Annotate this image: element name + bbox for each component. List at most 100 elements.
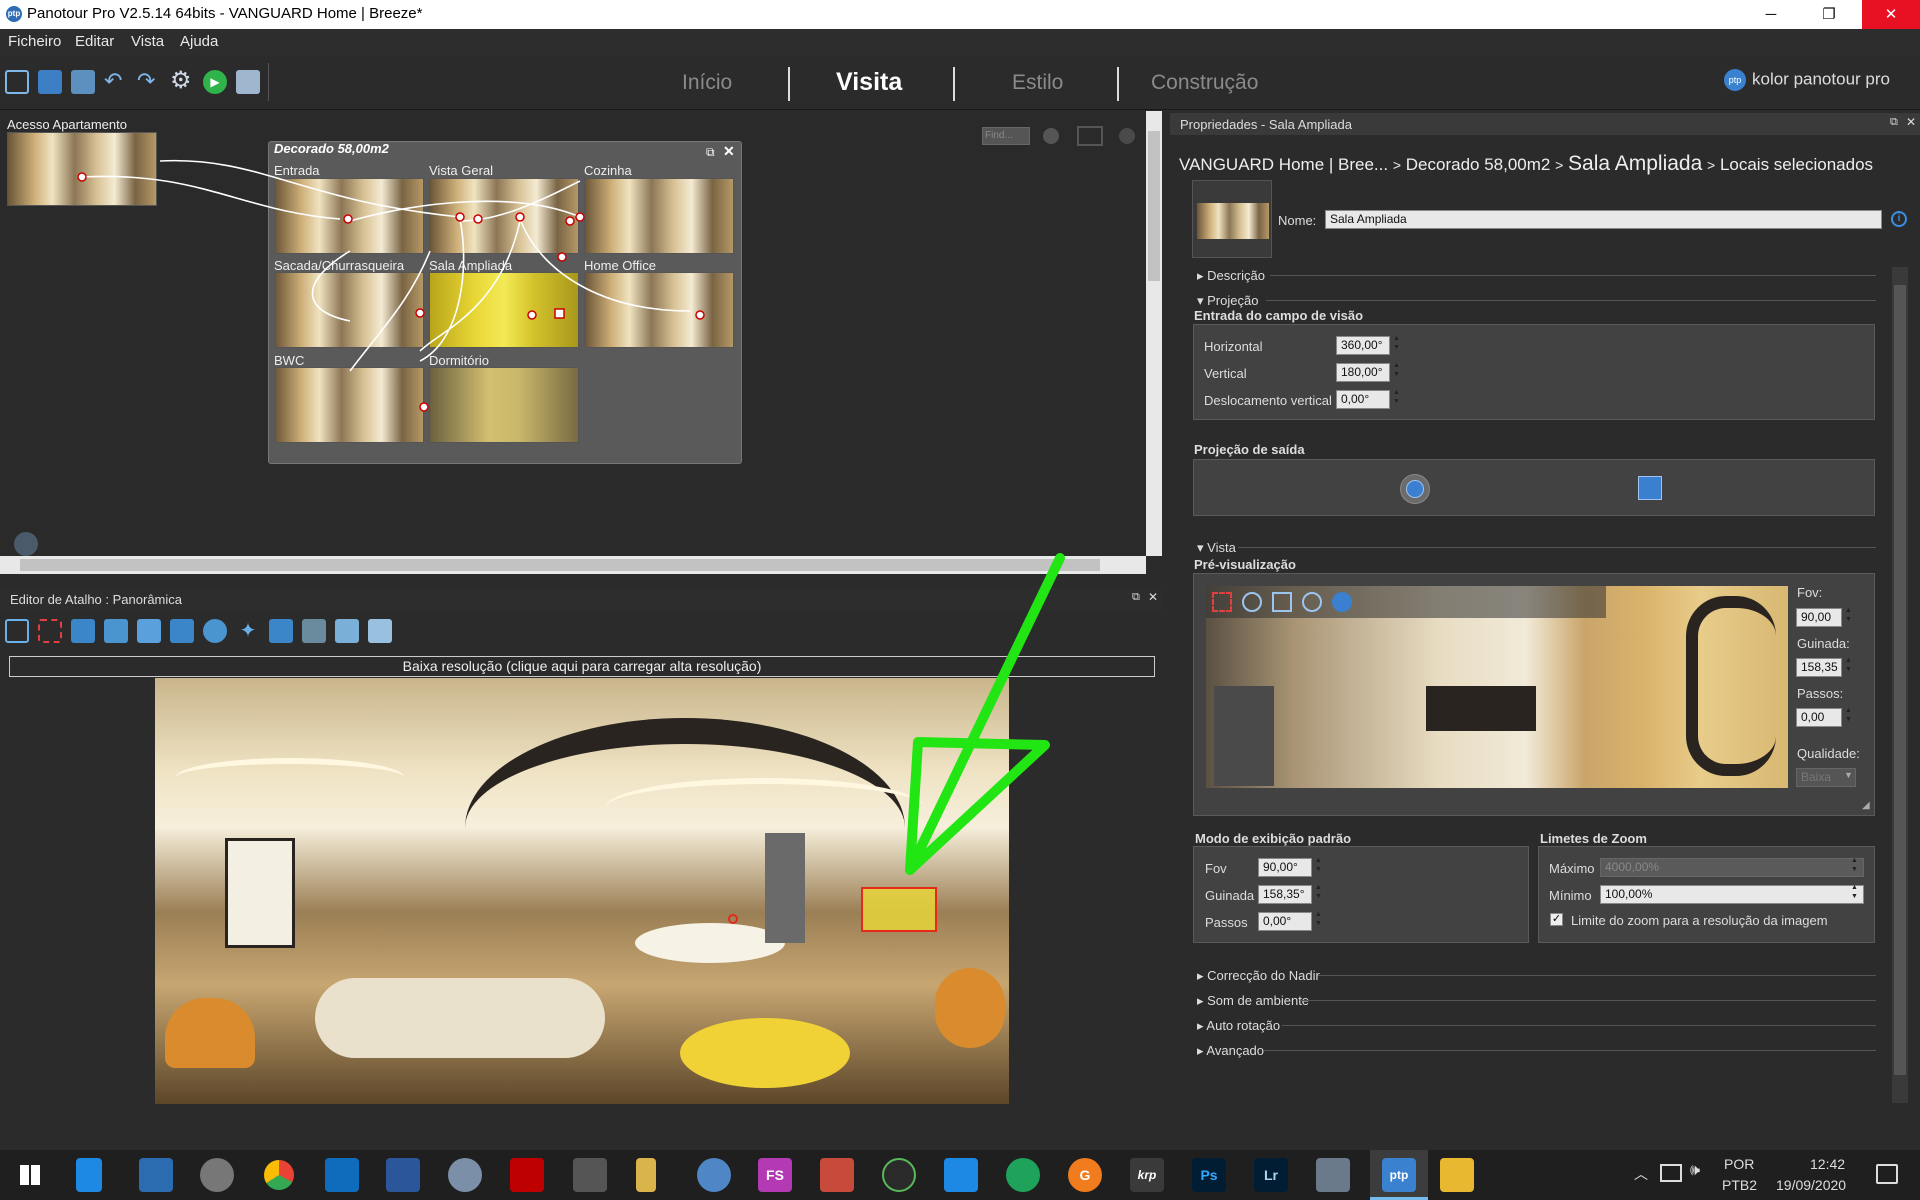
globe-icon[interactable]	[14, 532, 38, 556]
zoom-out-icon[interactable]	[1043, 128, 1059, 144]
fit-view-icon[interactable]	[1077, 126, 1103, 146]
section-projecao[interactable]: ▾ Projeção	[1197, 293, 1258, 309]
breadcrumb-selection[interactable]: Locais selecionados	[1720, 155, 1873, 174]
scroll-thumb[interactable]	[1894, 285, 1906, 1075]
vertical-offset-stepper[interactable]	[1390, 389, 1404, 409]
guinada-field[interactable]: 158,35	[1796, 658, 1842, 677]
star-hotspot-icon[interactable]: ✦	[236, 619, 260, 643]
info-icon[interactable]: i	[1891, 211, 1907, 227]
pro-icon[interactable]	[200, 1158, 234, 1192]
explorer-icon[interactable]	[139, 1158, 173, 1192]
paint-icon[interactable]	[448, 1158, 482, 1192]
menu-ajuda[interactable]: Ajuda	[180, 33, 218, 50]
zoom-in-icon[interactable]	[1302, 592, 1322, 612]
menu-editar[interactable]: Editar	[75, 33, 114, 50]
lang-indicator[interactable]: POR	[1724, 1156, 1754, 1172]
grid-icon[interactable]	[302, 619, 326, 643]
add-panorama-icon[interactable]	[71, 70, 95, 94]
zoom-max-field[interactable]: 4000,00%	[1600, 858, 1864, 877]
dm-guinada-stepper[interactable]	[1312, 884, 1326, 904]
tab-estilo[interactable]: Estilo	[1012, 71, 1063, 95]
ptp-app[interactable]: ptp	[1382, 1158, 1416, 1192]
network-icon[interactable]	[1660, 1164, 1682, 1182]
minimize-button[interactable]: ─	[1748, 0, 1794, 29]
polygon-hotspot-icon[interactable]	[71, 619, 95, 643]
section-avancado[interactable]: ▸ Avançado	[1197, 1043, 1264, 1059]
search-icon[interactable]	[5, 70, 29, 94]
redo-icon[interactable]: ↷	[137, 70, 161, 94]
volume-icon[interactable]: 🕪	[1690, 1162, 1700, 1180]
close-icon[interactable]: ✕	[1906, 115, 1916, 129]
video-hotspot-icon[interactable]	[137, 619, 161, 643]
guinada-stepper[interactable]	[1842, 657, 1856, 677]
photo-icon[interactable]	[1316, 1158, 1350, 1192]
vertical-stepper[interactable]	[1390, 362, 1404, 382]
select-rect-icon[interactable]	[38, 619, 62, 643]
scroll-thumb[interactable]	[1148, 131, 1160, 281]
preview-image[interactable]	[1206, 586, 1788, 788]
tab-inicio[interactable]: Início	[682, 71, 732, 95]
folder-icon[interactable]	[1440, 1158, 1474, 1192]
horizontal-stepper[interactable]	[1390, 335, 1404, 355]
find-input[interactable]: Find...	[982, 127, 1030, 145]
compass-icon[interactable]	[1332, 592, 1352, 612]
breadcrumb-group[interactable]: Decorado 58,00m2	[1406, 155, 1551, 174]
point-hotspot-icon[interactable]	[203, 619, 227, 643]
clock-date[interactable]: 19/09/2020	[1776, 1177, 1846, 1193]
chevron-up-icon[interactable]: ︿	[1634, 1164, 1648, 1184]
maximize-button[interactable]: ❐	[1806, 0, 1852, 29]
pen-icon[interactable]	[882, 1158, 916, 1192]
text-hotspot-icon[interactable]	[170, 619, 194, 643]
zoom-min-field[interactable]: 100,00%	[1600, 885, 1864, 904]
folder-icon[interactable]	[236, 70, 260, 94]
fs-app[interactable]: FS	[758, 1158, 792, 1192]
chrome-icon[interactable]	[264, 1160, 294, 1190]
horizontal-field[interactable]: 360,00°	[1336, 336, 1390, 355]
undo-icon[interactable]: ↶	[104, 70, 128, 94]
vertical-offset-field[interactable]: 0,00°	[1336, 390, 1390, 409]
lr-app[interactable]: Lr	[1254, 1158, 1288, 1192]
filezilla-icon[interactable]	[510, 1158, 544, 1192]
zoom-in-icon[interactable]	[1119, 128, 1135, 144]
dm-passos-field[interactable]: 0,00°	[1258, 912, 1312, 931]
file-icon[interactable]	[76, 1158, 102, 1192]
wheel-icon[interactable]	[1006, 1158, 1040, 1192]
move-icon[interactable]	[5, 619, 29, 643]
close-icon[interactable]: ✕	[1148, 590, 1158, 604]
tool-icon[interactable]	[820, 1158, 854, 1192]
section-vista[interactable]: ▾ Vista	[1197, 540, 1236, 556]
fov-field[interactable]: 90,00	[1796, 608, 1842, 627]
spherical-projection-button[interactable]	[1400, 474, 1430, 504]
g-app[interactable]: G	[1068, 1158, 1102, 1192]
passos-field[interactable]: 0,00	[1796, 708, 1842, 727]
blender-icon[interactable]	[697, 1158, 731, 1192]
fov-stepper[interactable]	[1842, 607, 1856, 627]
name-field[interactable]: Sala Ampliada	[1325, 210, 1882, 229]
zoom-max-stepper[interactable]	[1848, 857, 1862, 877]
swap-icon[interactable]	[335, 619, 359, 643]
menu-ficheiro[interactable]: Ficheiro	[8, 33, 61, 50]
section-auto-rotacao[interactable]: ▸ Auto rotação	[1197, 1018, 1280, 1034]
section-som[interactable]: ▸ Som de ambiente	[1197, 993, 1309, 1009]
tab-construcao[interactable]: Construção	[1151, 71, 1258, 95]
keyboard-layout[interactable]: PTB2	[1722, 1177, 1757, 1193]
zoom-out-icon[interactable]	[1242, 592, 1262, 612]
outlook-icon[interactable]	[325, 1158, 359, 1192]
sound-hotspot-icon[interactable]	[269, 619, 293, 643]
image-hotspot-icon[interactable]	[104, 619, 128, 643]
clip-icon[interactable]	[944, 1158, 978, 1192]
passos-stepper[interactable]	[1842, 707, 1856, 727]
zoom-limit-checkbox[interactable]: ✓	[1550, 913, 1563, 926]
start-icon[interactable]	[20, 1165, 40, 1185]
save-icon[interactable]	[38, 70, 62, 94]
word-icon[interactable]	[386, 1158, 420, 1192]
dm-fov-field[interactable]: 90,00°	[1258, 858, 1312, 877]
section-nadir[interactable]: ▸ Correcção do Nadir	[1197, 968, 1320, 984]
dm-fov-stepper[interactable]	[1312, 857, 1326, 877]
graph-vertical-scrollbar[interactable]	[1146, 111, 1162, 556]
ps-app[interactable]: Ps	[1192, 1158, 1226, 1192]
section-descricao[interactable]: ▸ Descrição	[1197, 268, 1265, 284]
hotspot-marker[interactable]	[728, 914, 738, 924]
close-button[interactable]: ✕	[1862, 0, 1920, 29]
krp-app[interactable]: krp	[1130, 1158, 1164, 1192]
